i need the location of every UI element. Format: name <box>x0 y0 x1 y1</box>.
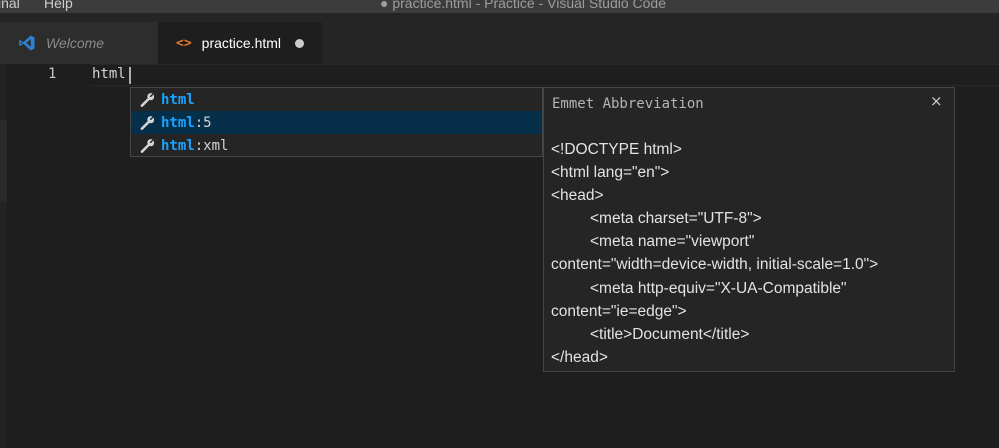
tab-label: practice.html <box>201 35 282 51</box>
suggest-widget: html html:5 html:xml <box>130 87 543 157</box>
preview-line: content="ie=edge"> <box>551 302 687 320</box>
wrench-icon <box>140 115 155 130</box>
menu-terminal[interactable]: inal <box>0 0 20 11</box>
suggestion-html-5[interactable]: html:5 <box>131 111 542 134</box>
suggestion-match: html <box>161 114 195 131</box>
wrench-icon <box>140 138 155 153</box>
details-preview: <!DOCTYPE html> <html lang="en"> <head> … <box>551 138 949 369</box>
title-bar: inal Help ● practice.html - Practice - V… <box>0 0 999 13</box>
suggestion-html[interactable]: html <box>131 88 542 111</box>
suggestion-rest: :xml <box>194 137 229 154</box>
preview-line: <meta charset="UTF-8"> <box>590 210 762 228</box>
wrench-icon <box>140 92 155 107</box>
text-cursor <box>129 67 131 84</box>
suggestion-rest: :5 <box>194 114 212 131</box>
suggestion-match: html <box>161 137 195 154</box>
suggestion-details: Emmet Abbreviation × <!DOCTYPE html> <ht… <box>543 87 955 372</box>
line-number: 1 <box>48 66 57 82</box>
tab-bar: Welcome <> practice.html <box>0 13 999 64</box>
close-icon[interactable]: × <box>930 92 943 110</box>
preview-line: <html lang="en"> <box>551 164 670 182</box>
gutter-marker <box>0 120 7 202</box>
vscode-icon <box>19 35 35 51</box>
preview-line: <meta name="viewport" <box>590 233 755 251</box>
suggestion-html-xml[interactable]: html:xml <box>131 134 542 157</box>
menu-help[interactable]: Help <box>44 0 73 11</box>
html-file-icon: <> <box>176 35 192 51</box>
tab-welcome[interactable]: Welcome <box>0 22 158 64</box>
preview-line: </head> <box>551 348 608 366</box>
code-line[interactable]: html <box>92 66 126 82</box>
details-title: Emmet Abbreviation <box>552 96 704 112</box>
tab-label: Welcome <box>46 35 105 51</box>
window-title: ● practice.html - Practice - Visual Stud… <box>380 0 666 11</box>
current-line-highlight <box>90 64 999 86</box>
tab-practice-html[interactable]: <> practice.html <box>158 22 322 64</box>
preview-line: content="width=device-width, initial-sca… <box>551 256 879 274</box>
preview-line: <meta http-equiv="X-UA-Compatible" <box>590 279 847 297</box>
preview-line: <!DOCTYPE html> <box>551 141 682 158</box>
preview-line: <title>Document</title> <box>590 325 750 343</box>
unsaved-dot-icon[interactable] <box>295 38 305 48</box>
suggestion-match: html <box>161 91 195 108</box>
preview-line: <head> <box>551 187 604 205</box>
